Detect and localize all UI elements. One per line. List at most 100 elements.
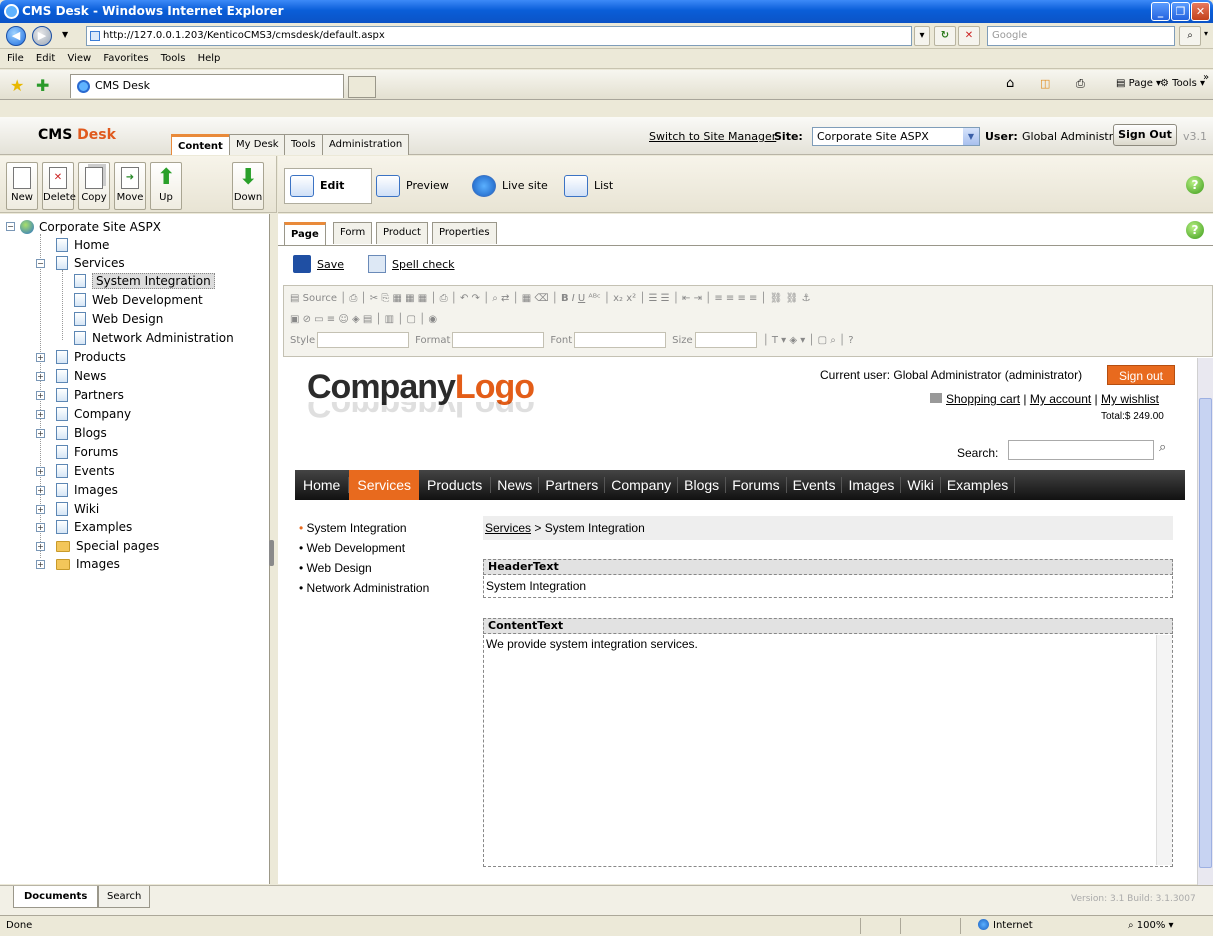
breadcrumb-services-link[interactable]: Services xyxy=(485,521,531,535)
help-icon[interactable]: ? xyxy=(1186,176,1204,194)
menu-view[interactable]: View xyxy=(67,53,91,64)
content-scrollbar[interactable] xyxy=(1156,635,1172,865)
zoom-level[interactable]: ⌕ 100% ▾ xyxy=(1128,916,1174,936)
tree-item-products[interactable]: Products xyxy=(56,348,126,366)
expand-icon[interactable]: + xyxy=(36,372,45,381)
site-sign-out-button[interactable]: Sign out xyxy=(1107,365,1175,385)
browser-tab-cms-desk[interactable]: CMS Desk xyxy=(70,74,344,98)
tree-item-web-design[interactable]: Web Design xyxy=(74,310,163,328)
favorites-star-icon[interactable]: ★ xyxy=(10,76,24,95)
tree-item-news[interactable]: News xyxy=(56,367,106,385)
expand-icon[interactable]: + xyxy=(36,429,45,438)
tab-tools[interactable]: Tools xyxy=(284,134,323,155)
edit-mode-button[interactable]: Edit xyxy=(290,172,344,200)
new-button[interactable]: New xyxy=(6,162,38,210)
move-button[interactable]: ➜ Move xyxy=(114,162,146,210)
size-select[interactable] xyxy=(694,332,757,348)
font-select[interactable] xyxy=(574,332,667,348)
nav-products[interactable]: Products xyxy=(419,477,492,493)
stop-icon[interactable]: ✕ xyxy=(958,26,980,46)
copy-button[interactable]: Copy xyxy=(78,162,110,210)
nav-blogs[interactable]: Blogs xyxy=(678,477,727,493)
tree-item-company[interactable]: Company xyxy=(56,405,131,423)
url-input[interactable]: http://127.0.0.1.203/KenticoCMS3/cmsdesk… xyxy=(86,26,912,46)
source-button[interactable]: Source xyxy=(303,293,337,304)
site-select[interactable]: Corporate Site ASPX ▼ xyxy=(812,127,980,146)
expand-icon[interactable]: + xyxy=(36,523,45,532)
add-favorite-icon[interactable]: ✚ xyxy=(36,76,49,95)
search-options-icon[interactable]: ▾ xyxy=(1204,29,1208,38)
tab-form[interactable]: Form xyxy=(333,222,373,244)
search-icon[interactable]: ⌕ xyxy=(1159,440,1166,455)
list-mode-button[interactable]: List xyxy=(564,172,613,200)
tree-item-system-integration[interactable]: System Integration xyxy=(74,272,215,290)
switch-site-manager-link[interactable]: Switch to Site Manager xyxy=(649,130,776,143)
tab-my-desk[interactable]: My Desk xyxy=(229,134,286,155)
print-icon[interactable]: ⎙ xyxy=(1076,77,1085,91)
delete-button[interactable]: ✕ Delete xyxy=(42,162,76,210)
scrollbar-thumb[interactable] xyxy=(1199,398,1212,868)
tools-menu[interactable]: ⚙ Tools ▾ xyxy=(1160,78,1205,89)
expand-icon[interactable]: + xyxy=(36,353,45,362)
tree-item-partners[interactable]: Partners xyxy=(56,386,124,404)
expand-icon[interactable]: + xyxy=(36,467,45,476)
collapse-icon[interactable]: − xyxy=(6,222,15,231)
menu-help[interactable]: Help xyxy=(198,53,221,64)
url-dropdown-icon[interactable]: ▾ xyxy=(914,26,930,46)
expand-icon[interactable]: + xyxy=(36,486,45,495)
my-wishlist-link[interactable]: My wishlist xyxy=(1101,392,1159,406)
down-button[interactable]: ⬇ Down xyxy=(232,162,264,210)
tree-item-web-development[interactable]: Web Development xyxy=(74,291,203,309)
side-menu-item[interactable]: • Web Design xyxy=(299,558,429,578)
help-icon[interactable]: ? xyxy=(1186,221,1204,239)
new-tab-button[interactable] xyxy=(348,76,376,98)
search-icon[interactable]: ⌕ xyxy=(1179,26,1201,46)
nav-news[interactable]: News xyxy=(491,477,540,493)
sign-out-button[interactable]: Sign Out xyxy=(1113,124,1177,146)
side-menu-item[interactable]: • Network Administration xyxy=(299,578,429,598)
tree-item-images-folder[interactable]: Images xyxy=(56,555,120,573)
minimize-button[interactable]: _ xyxy=(1151,2,1170,21)
nav-forums[interactable]: Forums xyxy=(726,477,787,493)
feeds-icon[interactable]: ◫ xyxy=(1040,77,1050,90)
nav-home[interactable]: Home xyxy=(295,477,350,493)
tab-product[interactable]: Product xyxy=(376,222,428,244)
style-select[interactable] xyxy=(317,332,410,348)
side-menu-item[interactable]: • Web Development xyxy=(299,538,429,558)
tab-page[interactable]: Page xyxy=(284,222,326,245)
tab-search[interactable]: Search xyxy=(98,886,151,908)
nav-partners[interactable]: Partners xyxy=(539,477,606,493)
history-dropdown-icon[interactable]: ▼ xyxy=(62,30,68,39)
expand-icon[interactable]: + xyxy=(36,410,45,419)
tree-item-blogs[interactable]: Blogs xyxy=(56,424,107,442)
nav-events[interactable]: Events xyxy=(786,477,843,493)
tree-item-network-administration[interactable]: Network Administration xyxy=(74,329,234,347)
expand-icon[interactable]: + xyxy=(36,560,45,569)
menu-file[interactable]: File xyxy=(7,53,24,64)
menu-favorites[interactable]: Favorites xyxy=(103,53,148,64)
site-search-input[interactable] xyxy=(1008,440,1154,460)
tab-administration[interactable]: Administration xyxy=(322,134,410,155)
nav-services[interactable]: Services xyxy=(349,470,420,500)
nav-wiki[interactable]: Wiki xyxy=(901,477,941,493)
tree-root[interactable]: Corporate Site ASPX xyxy=(20,218,161,236)
page-menu[interactable]: ▤ Page ▾ xyxy=(1116,78,1161,89)
menu-tools[interactable]: Tools xyxy=(161,53,186,64)
tree-item-services[interactable]: Services xyxy=(56,254,125,272)
live-site-button[interactable]: Live site xyxy=(472,172,548,200)
tree-item-special-pages[interactable]: Special pages xyxy=(56,537,159,555)
content-text-field[interactable]: We provide system integration services. xyxy=(483,635,1173,867)
menu-edit[interactable]: Edit xyxy=(36,53,55,64)
expand-icon[interactable]: + xyxy=(36,542,45,551)
splitter-handle[interactable] xyxy=(269,540,274,566)
expand-icon[interactable]: + xyxy=(36,505,45,514)
nav-company[interactable]: Company xyxy=(605,477,679,493)
home-icon[interactable]: ⌂ xyxy=(1006,76,1014,91)
tab-documents[interactable]: Documents xyxy=(13,886,99,908)
tree-item-events[interactable]: Events xyxy=(56,462,115,480)
tree-item-home[interactable]: Home xyxy=(56,236,109,254)
search-input[interactable]: Google xyxy=(987,26,1175,46)
preview-mode-button[interactable]: Preview xyxy=(376,172,449,200)
forward-button[interactable]: ▶ xyxy=(32,26,52,46)
tree-item-examples[interactable]: Examples xyxy=(56,518,132,536)
